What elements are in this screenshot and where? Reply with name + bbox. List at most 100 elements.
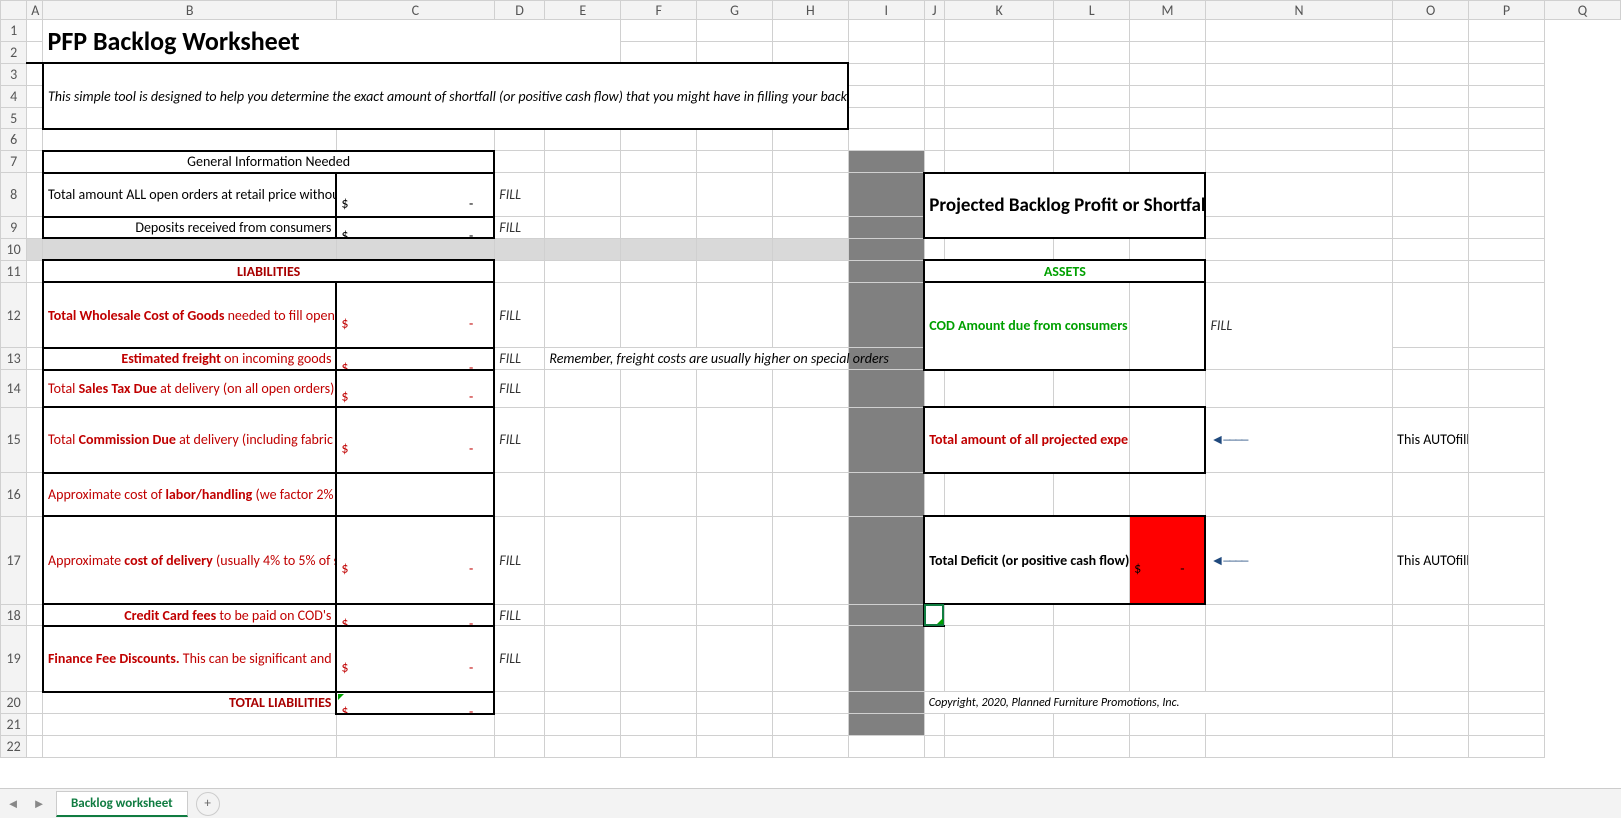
total-expenses-value: $- — [1130, 407, 1206, 473]
row-4[interactable]: 4 — [1, 85, 27, 107]
select-all-corner[interactable] — [1, 1, 27, 20]
fill-hint: FILL — [494, 516, 545, 604]
tab-nav-prev[interactable]: ◄ — [0, 796, 26, 812]
fill-hint: FILL — [1205, 282, 1392, 370]
tab-nav-next[interactable]: ► — [26, 796, 52, 812]
row-2[interactable]: 2 — [1, 41, 27, 63]
freight-label: Estimated freight on incoming goods — [43, 348, 336, 370]
fill-hint: FILL — [494, 282, 545, 348]
finance-fee-value[interactable]: $- — [336, 626, 494, 692]
commission-value[interactable]: $- — [336, 407, 494, 473]
fill-hint: FILL — [494, 348, 545, 370]
row-5[interactable]: 5 — [1, 107, 27, 129]
wholesale-cost-label: Total Wholesale Cost of Goods needed to … — [43, 282, 336, 348]
projected-title: Projected Backlog Profit or Shortfall — [924, 173, 1205, 239]
column-header-row[interactable]: A B C D E F G H I J K L M N O P Q — [1, 1, 1621, 20]
col-C[interactable]: C — [336, 1, 494, 20]
deficit-label: Total Deficit (or positive cash flow) ex… — [924, 516, 1129, 604]
total-liabilities-value: $- — [336, 692, 494, 714]
spreadsheet-grid[interactable]: A B C D E F G H I J K L M N O P Q 1 PFP … — [0, 0, 1621, 758]
row-17[interactable]: 17 — [1, 516, 27, 604]
sheet-tab-active[interactable]: Backlog worksheet — [56, 791, 188, 817]
open-orders-value[interactable]: $- — [336, 173, 494, 217]
row-12[interactable]: 12 — [1, 282, 27, 348]
row-22[interactable]: 22 — [1, 735, 27, 757]
col-G[interactable]: G — [697, 1, 773, 20]
sales-tax-value[interactable]: $- — [336, 370, 494, 407]
col-O[interactable]: O — [1393, 1, 1469, 20]
page-title: PFP Backlog Worksheet — [43, 20, 621, 64]
col-D[interactable]: D — [494, 1, 545, 20]
col-M[interactable]: M — [1130, 1, 1206, 20]
col-F[interactable]: F — [621, 1, 697, 20]
assets-header: ASSETS — [924, 260, 1205, 282]
row-21[interactable]: 21 — [1, 714, 27, 736]
autofill-text: This AUTOfills — [1393, 407, 1469, 473]
arrow-left-icon: ◄──── — [1210, 552, 1247, 569]
deficit-value: $- — [1130, 516, 1206, 604]
fill-hint: FILL — [494, 370, 545, 407]
add-sheet-button[interactable]: + — [196, 792, 220, 816]
general-info-header: General Information Needed — [43, 151, 494, 173]
autofill-note: ◄──── — [1205, 407, 1392, 473]
fill-hint: FILL — [494, 173, 545, 217]
arrow-left-icon: ◄──── — [1210, 431, 1247, 448]
ccfee-label: Credit Card fees to be paid on COD's — [43, 604, 336, 626]
freight-value[interactable]: $- — [336, 348, 494, 370]
row-16[interactable]: 16 — [1, 473, 27, 517]
labor-label: Approximate cost of labor/handling (we f… — [43, 473, 336, 517]
col-K[interactable]: K — [944, 1, 1053, 20]
open-orders-label: Total amount ALL open orders at retail p… — [43, 173, 336, 217]
row-6[interactable]: 6 — [1, 129, 27, 151]
autofill-note: ◄──── — [1205, 516, 1392, 604]
col-Q[interactable]: Q — [1544, 1, 1620, 20]
sheet-tab-bar: ◄ ► Backlog worksheet + — [0, 788, 1621, 818]
row-10[interactable]: 10 — [1, 238, 27, 260]
autofill-text: This AUTOfills — [1393, 516, 1469, 604]
col-N[interactable]: N — [1205, 1, 1392, 20]
col-A[interactable]: A — [27, 1, 43, 20]
finance-fee-label: Finance Fee Discounts. This can be signi… — [43, 626, 336, 692]
description-text: This simple tool is designed to help you… — [43, 63, 848, 129]
row-18[interactable]: 18 — [1, 604, 27, 626]
copyright-text: Copyright, 2020, Planned Furniture Promo… — [924, 692, 1392, 714]
row-13[interactable]: 13 — [1, 348, 27, 370]
labor-value[interactable] — [336, 473, 494, 517]
fill-hint: FILL — [494, 217, 545, 239]
row-8[interactable]: 8 — [1, 173, 27, 217]
col-H[interactable]: H — [772, 1, 848, 20]
row-15[interactable]: 15 — [1, 407, 27, 473]
col-J[interactable]: J — [924, 1, 944, 20]
delivery-label: Approximate cost of delivery (usually 4%… — [43, 516, 336, 604]
commission-label: Total Commission Due at delivery (includ… — [43, 407, 336, 473]
cod-value[interactable]: $- — [1130, 282, 1206, 370]
total-expenses-label: Total amount of all projected expenses t… — [924, 407, 1129, 473]
row-9[interactable]: 9 — [1, 217, 27, 239]
selected-cell-K18[interactable] — [924, 604, 944, 626]
deposits-value[interactable]: $- — [336, 217, 494, 239]
col-P[interactable]: P — [1469, 1, 1545, 20]
row-20[interactable]: 20 — [1, 692, 27, 714]
row-14[interactable]: 14 — [1, 370, 27, 407]
col-I[interactable]: I — [848, 1, 924, 20]
col-E[interactable]: E — [545, 1, 621, 20]
wholesale-cost-value[interactable]: $- — [336, 282, 494, 348]
delivery-value[interactable]: $- — [336, 516, 494, 604]
col-B[interactable]: B — [43, 1, 336, 20]
fill-hint: FILL — [494, 626, 545, 692]
cod-label: COD Amount due from consumers — [924, 282, 1129, 370]
liabilities-header: LIABILITIES — [43, 260, 494, 282]
fill-hint: FILL — [494, 604, 545, 626]
ccfee-value[interactable]: $- — [336, 604, 494, 626]
row-3[interactable]: 3 — [1, 63, 27, 85]
deposits-label: Deposits received from consumers — [43, 217, 336, 239]
freight-note: Remember, freight costs are usually high… — [545, 348, 849, 370]
row-11[interactable]: 11 — [1, 260, 27, 282]
fill-hint: FILL — [494, 407, 545, 473]
total-liabilities-label: TOTAL LIABILITIES — [43, 692, 336, 714]
sales-tax-label: Total Sales Tax Due at delivery (on all … — [43, 370, 336, 407]
col-L[interactable]: L — [1054, 1, 1130, 20]
row-7[interactable]: 7 — [1, 151, 27, 173]
row-19[interactable]: 19 — [1, 626, 27, 692]
row-1[interactable]: 1 — [1, 20, 27, 42]
